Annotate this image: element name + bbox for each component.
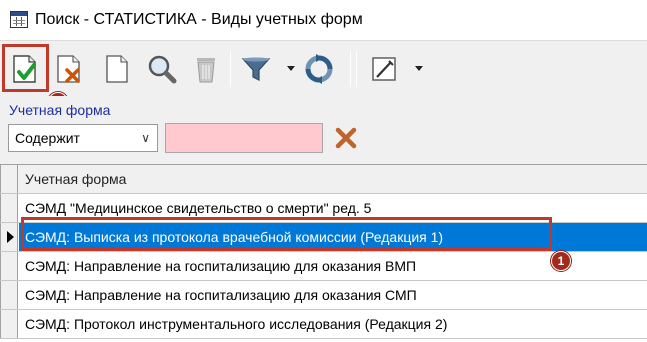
highlight-selected-row xyxy=(21,217,552,251)
step-badge-1: 1 xyxy=(551,251,571,271)
table-cell: СЭМД: Направление на госпитализацию для … xyxy=(25,287,417,303)
filter-button[interactable] xyxy=(236,49,276,89)
results-grid: Учетная форма СЭМД "Медицинское свидетел… xyxy=(0,164,647,342)
grid-header: Учетная форма xyxy=(0,165,647,194)
table-row[interactable]: СЭМД: Протокол инструментального исследо… xyxy=(0,310,647,339)
pencil-frame-icon xyxy=(372,57,396,81)
funnel-icon xyxy=(241,57,271,81)
chevron-down-icon: ∨ xyxy=(141,131,150,145)
app-table-icon xyxy=(10,11,28,28)
edit-button[interactable] xyxy=(364,49,404,89)
new-document-button[interactable] xyxy=(97,49,137,89)
condition-select[interactable]: Содержит ∨ xyxy=(8,124,158,152)
window-title: Поиск - СТАТИСТИКА - Виды учетных форм xyxy=(35,11,363,28)
filter-label: Учетная форма xyxy=(9,102,111,118)
close-icon xyxy=(335,127,357,149)
row-pointer-icon xyxy=(7,231,14,243)
current-row-indicator xyxy=(0,223,18,251)
column-header-form[interactable]: Учетная форма xyxy=(19,165,647,193)
table-row[interactable]: СЭМД: Направление на госпитализацию для … xyxy=(0,252,647,281)
trash-icon xyxy=(197,58,215,83)
highlight-select-button xyxy=(2,44,49,92)
delete-record-button[interactable] xyxy=(49,49,89,89)
toolbar: 2 xyxy=(0,40,647,112)
trash-button[interactable] xyxy=(186,49,226,89)
filter-dropdown-icon[interactable] xyxy=(287,66,295,71)
clear-filter-button[interactable] xyxy=(334,126,358,150)
search-button[interactable] xyxy=(142,49,182,89)
title-bar: Поиск - СТАТИСТИКА - Виды учетных форм xyxy=(0,0,647,40)
table-row[interactable]: СЭМД: Направление на госпитализацию для … xyxy=(0,281,647,310)
document-x-icon xyxy=(57,55,80,83)
edit-dropdown-icon[interactable] xyxy=(415,66,423,71)
refresh-button[interactable] xyxy=(299,49,339,89)
refresh-icon xyxy=(305,54,333,84)
blank-document-icon xyxy=(106,55,128,83)
filter-value-input[interactable] xyxy=(165,123,323,153)
condition-value: Содержит xyxy=(15,130,80,146)
table-cell: СЭМД: Протокол инструментального исследо… xyxy=(25,316,448,332)
row-indicator-header xyxy=(0,165,18,193)
filter-panel: Учетная форма Содержит ∨ xyxy=(0,96,647,164)
magnifier-icon xyxy=(148,55,177,84)
